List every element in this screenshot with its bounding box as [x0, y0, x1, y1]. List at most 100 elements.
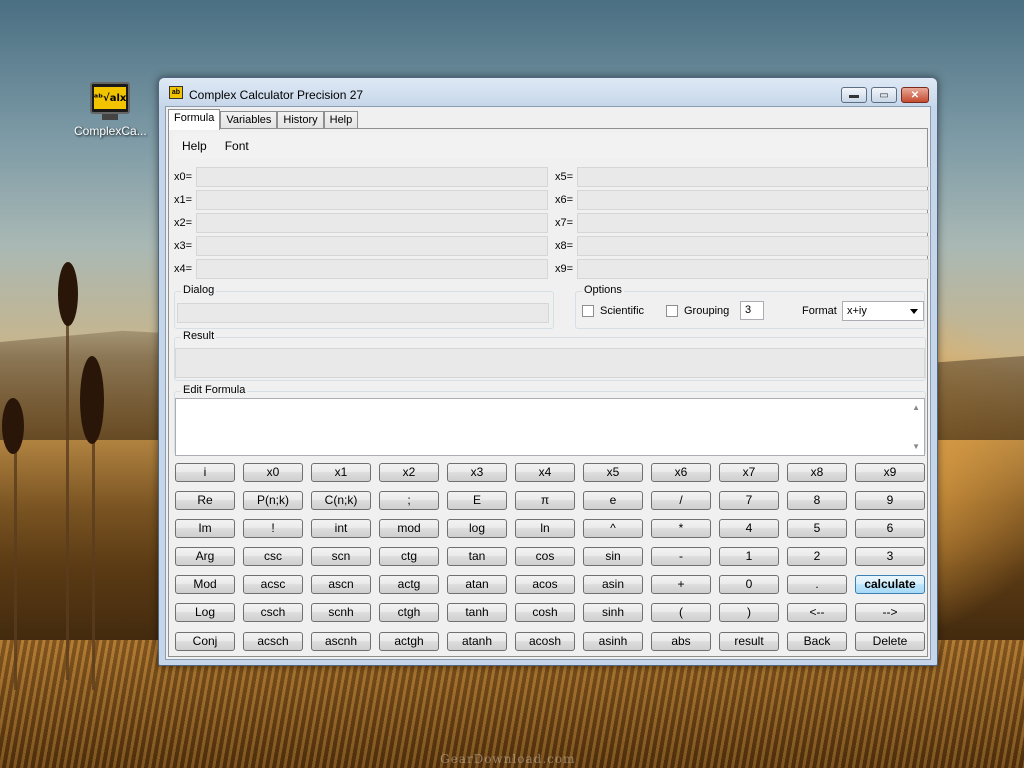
- key-2-1[interactable]: !: [243, 519, 303, 538]
- key-1-9[interactable]: 8: [787, 491, 847, 510]
- key-0-4[interactable]: x3: [447, 463, 507, 482]
- key-3-1[interactable]: csc: [243, 547, 303, 566]
- tab-history[interactable]: History: [277, 111, 324, 129]
- key-2-0[interactable]: Im: [175, 519, 235, 538]
- key-0-2[interactable]: x1: [311, 463, 371, 482]
- key-0-3[interactable]: x2: [379, 463, 439, 482]
- variable-input-x5[interactable]: [577, 167, 929, 187]
- key-3-6[interactable]: sin: [583, 547, 643, 566]
- key-6-6[interactable]: asinh: [583, 632, 643, 651]
- key-5-3[interactable]: ctgh: [379, 603, 439, 622]
- close-button[interactable]: ✕: [901, 87, 929, 103]
- key-6-8[interactable]: result: [719, 632, 779, 651]
- key-2-9[interactable]: 5: [787, 519, 847, 538]
- menu-font[interactable]: Font: [216, 139, 258, 153]
- tab-formula[interactable]: Formula: [168, 109, 221, 130]
- key-4-3[interactable]: actg: [379, 575, 439, 594]
- key-2-3[interactable]: mod: [379, 519, 439, 538]
- grouping-checkbox[interactable]: Grouping: [666, 305, 729, 317]
- tab-variables[interactable]: Variables: [220, 111, 278, 129]
- variable-input-x1[interactable]: [196, 190, 548, 210]
- key-0-0[interactable]: i: [175, 463, 235, 482]
- key-2-5[interactable]: ln: [515, 519, 575, 538]
- key-1-0[interactable]: Re: [175, 491, 235, 510]
- key-0-10[interactable]: x9: [855, 463, 925, 482]
- key-4-2[interactable]: ascn: [311, 575, 371, 594]
- tab-help[interactable]: Help: [323, 111, 359, 129]
- key-5-5[interactable]: cosh: [515, 603, 575, 622]
- key-6-9[interactable]: Back: [787, 632, 847, 651]
- key-2-2[interactable]: int: [311, 519, 371, 538]
- dialog-field[interactable]: [177, 303, 549, 323]
- result-field[interactable]: [175, 348, 925, 378]
- key-6-3[interactable]: actgh: [379, 632, 439, 651]
- key-5-9[interactable]: <--: [787, 603, 847, 622]
- key-4-10[interactable]: calculate: [855, 575, 925, 594]
- key-6-0[interactable]: Conj: [175, 632, 235, 651]
- variable-input-x2[interactable]: [196, 213, 548, 233]
- key-4-7[interactable]: +: [651, 575, 711, 594]
- key-3-7[interactable]: -: [651, 547, 711, 566]
- key-4-5[interactable]: acos: [515, 575, 575, 594]
- scroll-down-icon[interactable]: ▼: [912, 442, 920, 451]
- key-1-1[interactable]: P(n;k): [243, 491, 303, 510]
- variable-input-x8[interactable]: [577, 236, 929, 256]
- key-6-10[interactable]: Delete: [855, 632, 925, 651]
- key-1-2[interactable]: C(n;k): [311, 491, 371, 510]
- key-5-2[interactable]: scnh: [311, 603, 371, 622]
- key-6-2[interactable]: ascnh: [311, 632, 371, 651]
- maximize-button[interactable]: ▭: [871, 87, 897, 103]
- desktop-shortcut[interactable]: ᵃᵇ√alx ComplexCa...: [74, 82, 147, 138]
- key-2-8[interactable]: 4: [719, 519, 779, 538]
- key-5-4[interactable]: tanh: [447, 603, 507, 622]
- title-bar[interactable]: ab Complex Calculator Precision 27 ▬ ▭ ✕: [159, 78, 937, 106]
- key-4-6[interactable]: asin: [583, 575, 643, 594]
- key-6-1[interactable]: acsch: [243, 632, 303, 651]
- key-2-10[interactable]: 6: [855, 519, 925, 538]
- key-1-8[interactable]: 7: [719, 491, 779, 510]
- key-3-0[interactable]: Arg: [175, 547, 235, 566]
- key-0-5[interactable]: x4: [515, 463, 575, 482]
- key-4-1[interactable]: acsc: [243, 575, 303, 594]
- key-6-7[interactable]: abs: [651, 632, 711, 651]
- key-0-7[interactable]: x6: [651, 463, 711, 482]
- key-4-4[interactable]: atan: [447, 575, 507, 594]
- variable-input-x3[interactable]: [196, 236, 548, 256]
- key-5-1[interactable]: csch: [243, 603, 303, 622]
- key-5-0[interactable]: Log: [175, 603, 235, 622]
- key-5-7[interactable]: (: [651, 603, 711, 622]
- key-1-4[interactable]: E: [447, 491, 507, 510]
- key-2-6[interactable]: ^: [583, 519, 643, 538]
- key-2-7[interactable]: *: [651, 519, 711, 538]
- key-2-4[interactable]: log: [447, 519, 507, 538]
- key-3-4[interactable]: tan: [447, 547, 507, 566]
- menu-help[interactable]: Help: [173, 139, 216, 153]
- scientific-checkbox-box[interactable]: [582, 305, 594, 317]
- format-select[interactable]: x+iy: [842, 301, 924, 321]
- key-3-5[interactable]: cos: [515, 547, 575, 566]
- key-1-3[interactable]: ;: [379, 491, 439, 510]
- variable-input-x7[interactable]: [577, 213, 929, 233]
- key-0-8[interactable]: x7: [719, 463, 779, 482]
- key-3-2[interactable]: scn: [311, 547, 371, 566]
- key-6-4[interactable]: atanh: [447, 632, 507, 651]
- key-4-0[interactable]: Mod: [175, 575, 235, 594]
- key-0-6[interactable]: x5: [583, 463, 643, 482]
- key-3-3[interactable]: ctg: [379, 547, 439, 566]
- key-3-8[interactable]: 1: [719, 547, 779, 566]
- key-1-5[interactable]: π: [515, 491, 575, 510]
- key-0-1[interactable]: x0: [243, 463, 303, 482]
- minimize-button[interactable]: ▬: [841, 87, 867, 103]
- variable-input-x6[interactable]: [577, 190, 929, 210]
- key-0-9[interactable]: x8: [787, 463, 847, 482]
- key-1-6[interactable]: e: [583, 491, 643, 510]
- key-4-8[interactable]: 0: [719, 575, 779, 594]
- key-1-7[interactable]: /: [651, 491, 711, 510]
- scientific-checkbox[interactable]: Scientific: [582, 305, 644, 317]
- formula-editor[interactable]: ▲ ▼: [175, 398, 925, 456]
- key-5-6[interactable]: sinh: [583, 603, 643, 622]
- grouping-checkbox-box[interactable]: [666, 305, 678, 317]
- key-5-8[interactable]: ): [719, 603, 779, 622]
- key-3-9[interactable]: 2: [787, 547, 847, 566]
- key-3-10[interactable]: 3: [855, 547, 925, 566]
